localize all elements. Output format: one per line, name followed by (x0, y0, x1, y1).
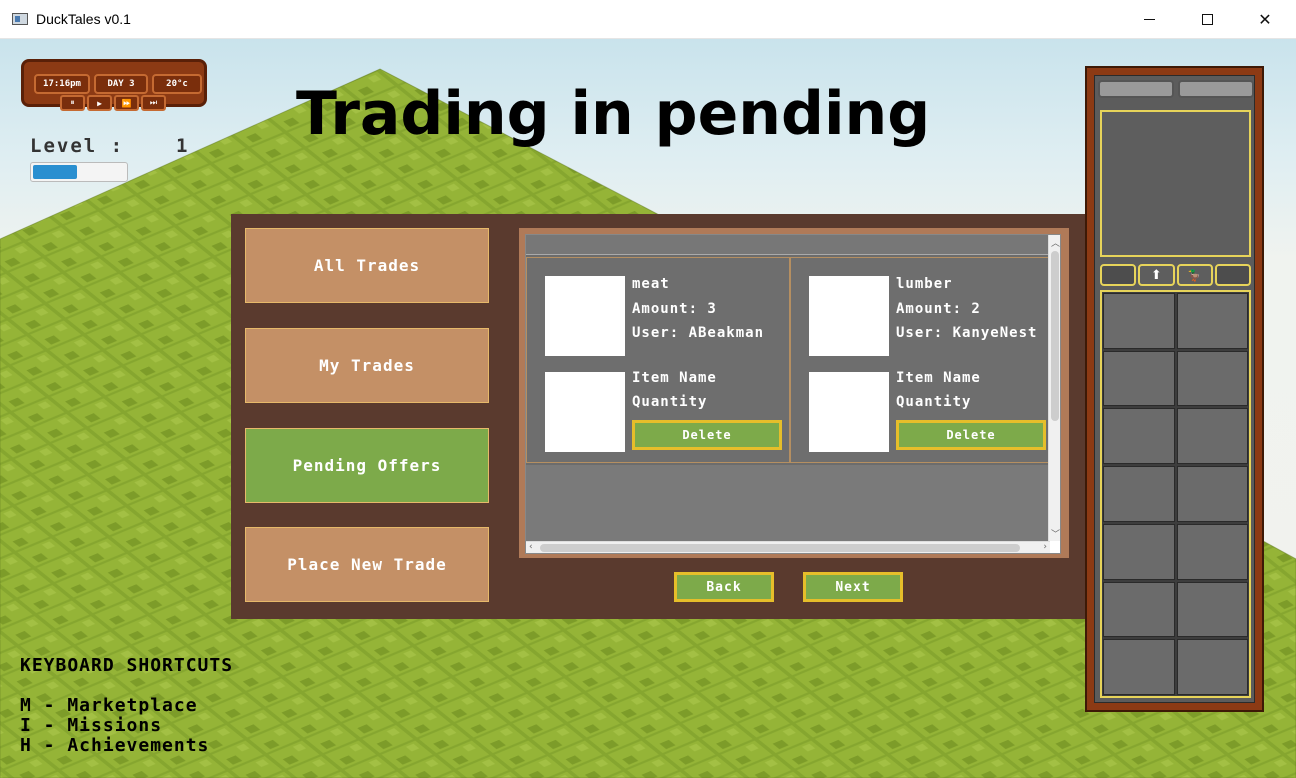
inventory-slot[interactable] (1176, 639, 1248, 695)
vertical-scrollbar[interactable]: ︿ ﹀ (1048, 235, 1060, 541)
delete-trade-button[interactable]: Delete (896, 420, 1046, 450)
minimize-button[interactable] (1126, 0, 1172, 39)
trade-list-viewport: meat Amount: 3 User: ABeakman Item Name … (526, 235, 1054, 541)
inventory-slot[interactable] (1176, 408, 1248, 465)
inventory-slot[interactable] (1176, 581, 1248, 638)
inventory-tab-duck[interactable]: 🦆 (1176, 264, 1213, 286)
inventory-slot[interactable] (1103, 293, 1175, 349)
trade-panel: All Trades My Trades Pending Offers Plac… (231, 214, 1091, 619)
place-new-trade-button[interactable]: Place New Trade (245, 527, 489, 602)
all-trades-button[interactable]: All Trades (245, 228, 489, 303)
trade-amount: Amount: 2 (896, 301, 981, 317)
inventory-tab[interactable] (1100, 264, 1137, 286)
inventory-top-button-left[interactable] (1098, 80, 1174, 98)
offer-item-image (809, 372, 889, 452)
offer-item-name-label: Item Name (896, 370, 981, 386)
window-title: DuckTales v0.1 (36, 11, 131, 27)
window-titlebar: DuckTales v0.1 ✕ (0, 0, 1296, 39)
temperature-display: 20°c (152, 74, 202, 94)
horizontal-scroll-thumb[interactable] (540, 544, 1020, 552)
inventory-slot[interactable] (1103, 466, 1175, 522)
trade-list-header (526, 235, 1050, 255)
duck-icon: 🦆 (1187, 268, 1202, 282)
trade-card: meat Amount: 3 User: ABeakman Item Name … (526, 257, 790, 463)
scroll-left-icon[interactable]: ‹ (529, 542, 533, 552)
trade-list-frame: meat Amount: 3 User: ABeakman Item Name … (519, 228, 1069, 558)
time-controls: ⏸ ▶ ⏩ ⏭ (60, 95, 170, 113)
inventory-slot[interactable] (1103, 581, 1175, 638)
fastest-forward-button[interactable]: ⏭ (141, 95, 166, 111)
shortcut-missions: I - Missions (20, 715, 163, 736)
inventory-slot[interactable] (1103, 350, 1175, 407)
vertical-scroll-thumb[interactable] (1051, 251, 1059, 421)
upload-icon: ⬆ (1150, 267, 1162, 283)
minimize-icon (1143, 19, 1155, 20)
trade-item-image (809, 276, 889, 356)
inventory-tabs: ⬆ 🦆 (1100, 264, 1251, 286)
day-display: DAY 3 (94, 74, 148, 94)
shortcut-achievements: H - Achievements (20, 735, 210, 756)
offer-quantity-label: Quantity (632, 394, 708, 410)
game-area: 17:16pm DAY 3 20°c ⏸ ▶ ⏩ ⏭ Level : 1 Tra… (0, 39, 1296, 778)
shortcuts-title: KEYBOARD SHORTCUTS (20, 655, 234, 676)
maximize-icon (1201, 14, 1213, 25)
close-icon: ✕ (1258, 10, 1272, 29)
delete-trade-button[interactable]: Delete (632, 420, 782, 450)
my-trades-button[interactable]: My Trades (245, 328, 489, 403)
trade-user: User: ABeakman (632, 325, 765, 341)
pause-button[interactable]: ⏸ (60, 95, 85, 111)
inventory-inner: ⬆ 🦆 (1094, 75, 1255, 703)
inventory-slot[interactable] (1103, 523, 1175, 580)
scroll-up-icon[interactable]: ︿ (1051, 236, 1060, 249)
inventory-panel: ⬆ 🦆 (1085, 66, 1264, 712)
level-label: Level : (30, 135, 125, 157)
trade-item-image (545, 276, 625, 356)
inventory-slot[interactable] (1176, 466, 1248, 522)
inventory-grid (1100, 290, 1251, 698)
next-button[interactable]: Next (803, 572, 903, 602)
fastest-forward-icon: ⏭ (149, 98, 158, 107)
inventory-slot[interactable] (1176, 523, 1248, 580)
play-button[interactable]: ▶ (87, 95, 112, 111)
scroll-right-icon[interactable]: › (1043, 542, 1047, 552)
level-value: 1 (176, 135, 188, 157)
inventory-tab-upload[interactable]: ⬆ (1138, 264, 1175, 286)
pending-offers-button[interactable]: Pending Offers (245, 428, 489, 503)
app-icon (12, 13, 28, 25)
level-progress-fill (33, 165, 78, 179)
inventory-top-button-right[interactable] (1178, 80, 1254, 98)
offer-item-image (545, 372, 625, 452)
pause-icon: ⏸ (70, 98, 75, 107)
item-preview (1100, 110, 1251, 257)
offer-quantity-label: Quantity (896, 394, 972, 410)
trade-user: User: KanyeNest (896, 325, 1038, 341)
trade-list[interactable]: meat Amount: 3 User: ABeakman Item Name … (525, 234, 1061, 554)
time-display: 17:16pm (34, 74, 90, 94)
page-title: Trading in pending (296, 79, 931, 149)
play-icon: ▶ (97, 98, 102, 108)
inventory-slot[interactable] (1103, 408, 1175, 465)
trade-card: lumber Amount: 2 User: KanyeNest Item Na… (790, 257, 1054, 463)
inventory-slot[interactable] (1103, 639, 1175, 695)
inventory-slot[interactable] (1176, 293, 1248, 349)
trade-amount: Amount: 3 (632, 301, 717, 317)
trade-item-name: lumber (896, 276, 953, 292)
close-button[interactable]: ✕ (1242, 0, 1288, 39)
shortcut-marketplace: M - Marketplace (20, 695, 198, 716)
trade-item-name: meat (632, 276, 670, 292)
trade-cards: meat Amount: 3 User: ABeakman Item Name … (526, 255, 1054, 465)
scroll-down-icon[interactable]: ﹀ (1051, 527, 1060, 540)
fast-forward-button[interactable]: ⏩ (114, 95, 139, 111)
back-button[interactable]: Back (674, 572, 774, 602)
level-progress-bar (30, 162, 128, 182)
fast-forward-icon: ⏩ (121, 98, 132, 108)
horizontal-scrollbar[interactable]: ‹ › (526, 541, 1050, 553)
maximize-button[interactable] (1184, 0, 1230, 39)
offer-item-name-label: Item Name (632, 370, 717, 386)
keyboard-shortcuts: KEYBOARD SHORTCUTS M - Marketplace I - M… (20, 656, 233, 756)
inventory-slot[interactable] (1176, 350, 1248, 407)
inventory-tab[interactable] (1214, 264, 1251, 286)
